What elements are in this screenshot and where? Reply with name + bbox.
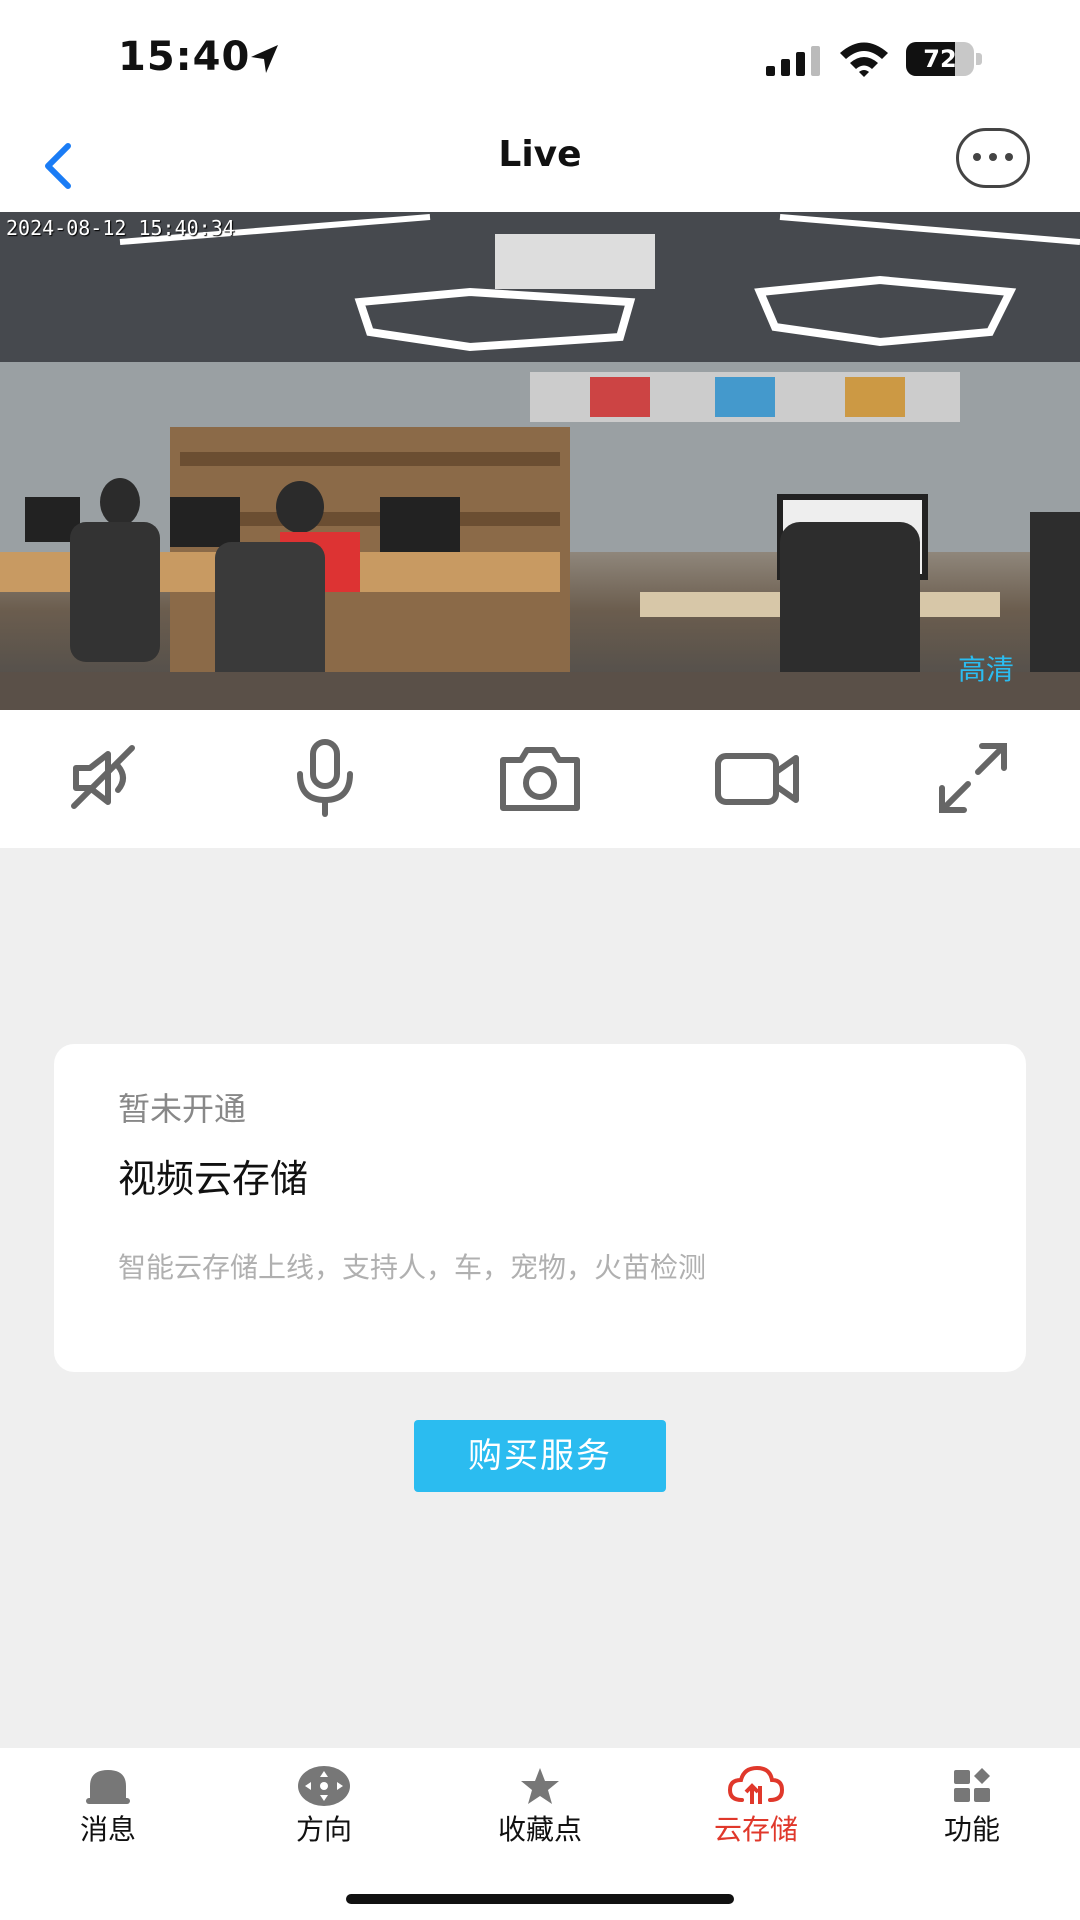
tab-functions[interactable]: 功能 [864, 1748, 1080, 1858]
video-frame-image [0, 212, 1080, 710]
tab-label: 收藏点 [497, 1813, 582, 1846]
status-bar: 15:40 72 [0, 0, 1080, 120]
tab-favorites[interactable]: 收藏点 [432, 1748, 648, 1858]
apps-icon [954, 1768, 990, 1802]
microphone-icon [297, 739, 353, 817]
microphone-button[interactable] [280, 738, 370, 818]
cloud-storage-icon [727, 1765, 785, 1804]
mute-button[interactable] [62, 738, 152, 818]
cellular-signal-icon [766, 46, 820, 76]
expand-icon [939, 743, 1007, 813]
nav-bar: Live [0, 120, 1080, 212]
battery-level: 72 [923, 45, 957, 73]
live-video-view[interactable]: 2024-08-12 15:40:34 高清 [0, 212, 1080, 710]
service-status: 暂未开通 [118, 1090, 247, 1128]
more-options-button[interactable] [956, 128, 1030, 188]
video-timestamp: 2024-08-12 15:40:34 [6, 216, 235, 240]
location-arrow-icon [251, 45, 278, 73]
tab-label: 功能 [943, 1813, 1000, 1846]
direction-pad-icon [298, 1766, 350, 1806]
page-title: Live [498, 134, 582, 175]
camera-icon [500, 747, 580, 811]
more-dots-icon [973, 153, 1013, 161]
quality-toggle[interactable]: 高清 [958, 648, 1014, 688]
record-button[interactable] [712, 738, 802, 818]
tab-label: 消息 [79, 1813, 136, 1846]
bell-icon [86, 1770, 130, 1804]
buy-service-button[interactable]: 购买服务 [414, 1420, 666, 1492]
star-icon [521, 1768, 559, 1804]
tab-label: 云存储 [713, 1813, 798, 1846]
video-controls [0, 710, 1080, 848]
tab-messages[interactable]: 消息 [0, 1748, 216, 1858]
service-description: 智能云存储上线，支持人，车，宠物，火苗检测 [118, 1251, 707, 1284]
status-time: 15:40 [118, 34, 251, 80]
snapshot-button[interactable] [495, 738, 585, 818]
battery-indicator: 72 [906, 42, 982, 76]
tab-direction[interactable]: 方向 [216, 1748, 432, 1858]
fullscreen-button[interactable] [928, 738, 1018, 818]
speaker-muted-icon [71, 745, 135, 809]
tab-cloud-storage[interactable]: 云存储 [648, 1748, 864, 1858]
cloud-storage-card: 暂未开通 视频云存储 智能云存储上线，支持人，车，宠物，火苗检测 [54, 1044, 1026, 1372]
service-title: 视频云存储 [118, 1157, 309, 1201]
tab-label: 方向 [295, 1813, 352, 1846]
wifi-icon [840, 42, 888, 77]
video-camera-icon [715, 753, 799, 805]
home-indicator[interactable] [346, 1894, 734, 1904]
